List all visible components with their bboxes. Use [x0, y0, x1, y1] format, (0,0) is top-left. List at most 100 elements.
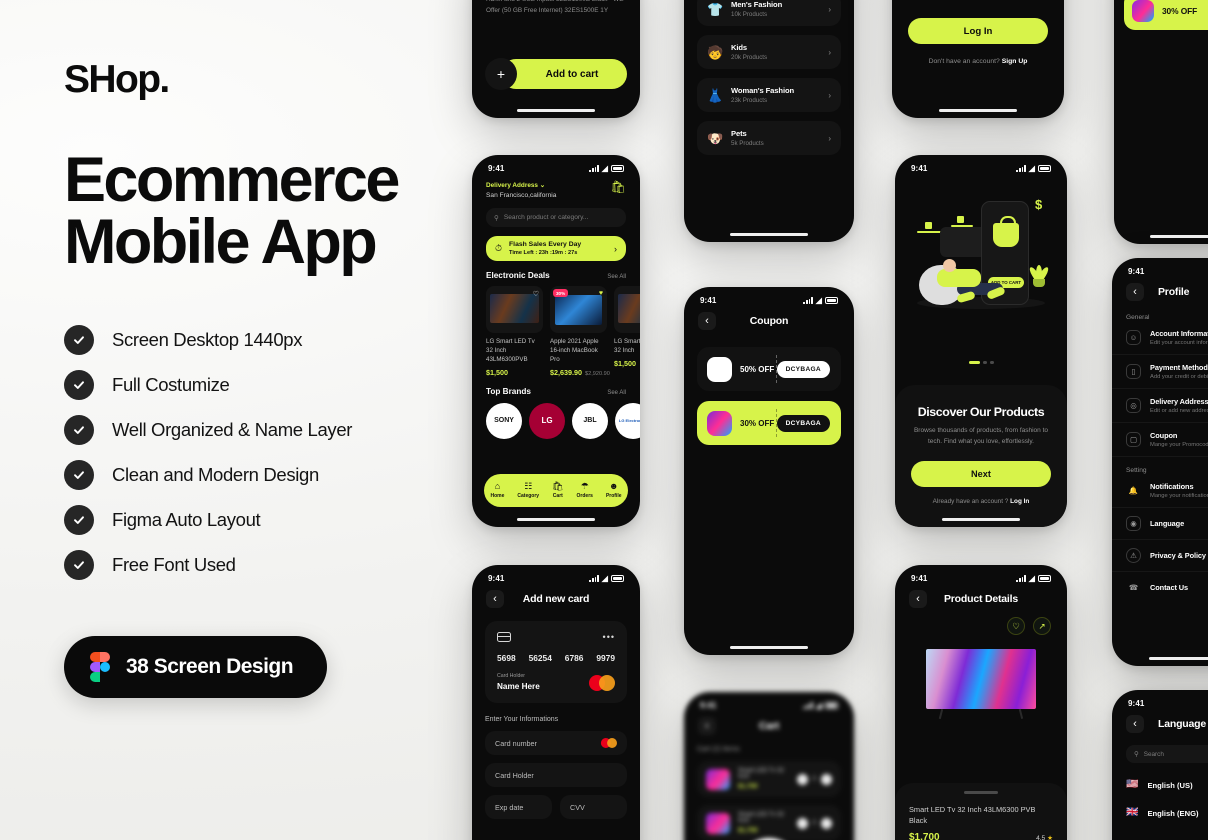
- product-thumbnail: [706, 768, 730, 790]
- cart-item[interactable]: Smart LED Tv 32 Inch $1,700 1: [697, 761, 841, 797]
- product-info-sheet: Smart LED Tv 32 Inch 43LM6300 PVB Black …: [895, 783, 1067, 840]
- profile-row-account-information[interactable]: ☺ Account Information Edit your account …: [1112, 321, 1208, 355]
- product-hero-image: [926, 649, 1036, 720]
- coupon-code[interactable]: DCYBAGA: [776, 414, 830, 432]
- tab-home[interactable]: ⌂ Home: [491, 481, 505, 500]
- battery-icon: [1038, 575, 1051, 582]
- profile-row-language[interactable]: ◉ Language: [1112, 508, 1208, 540]
- feature-item: Figma Auto Layout: [64, 498, 484, 542]
- feature-label: Full Costumize: [112, 373, 230, 395]
- login-button[interactable]: Log In: [908, 18, 1048, 44]
- tab-cart[interactable]: 🛍 Cart: [552, 482, 563, 500]
- profile-row-privacy-policy[interactable]: ⚠ Privacy & Policy: [1112, 540, 1208, 572]
- flash-sales-banner[interactable]: ⏱ Flash Sales Every Day Time Left : 23h …: [486, 236, 626, 261]
- heart-icon[interactable]: ♡: [533, 290, 539, 298]
- profile-row-contact-us[interactable]: ☎ Contact Us: [1112, 572, 1208, 603]
- brand-chip[interactable]: LG Electronics: [615, 402, 640, 439]
- category-row[interactable]: 🐶 Pets 5k Products ›: [697, 121, 841, 155]
- cvv-field[interactable]: CVV: [560, 795, 627, 819]
- signal-icon: [1016, 165, 1026, 172]
- phone-mockup-profile: 9:41 ‹ Profile General ☺ Account Informa…: [1112, 258, 1208, 666]
- row-subtitle: Add your credit or debit card: [1150, 374, 1208, 380]
- profile-row-payment-method[interactable]: ▯ Payment Method Add your credit or debi…: [1112, 355, 1208, 389]
- left-copy-panel: SHop. Ecommerce Mobile App Screen Deskto…: [64, 60, 484, 698]
- profile-row-delivery-addresses[interactable]: ◎ Delivery Addresses Edit or add new add…: [1112, 389, 1208, 423]
- category-row[interactable]: 🧒 Kids 20k Products ›: [697, 35, 841, 69]
- search-input[interactable]: ⚲ Search product or category...: [486, 208, 626, 227]
- feature-label: Clean and Modern Design: [112, 463, 319, 485]
- product-card[interactable]: LG Smart LED Tv 32 Inch $1,500: [614, 286, 640, 377]
- status-time: 9:41: [488, 164, 505, 173]
- tab-category[interactable]: ☷ Category: [517, 482, 539, 500]
- coupon-code[interactable]: DCYBAGA: [776, 360, 830, 378]
- profile-row-coupon[interactable]: ▢ Coupon Mange your Promocode: [1112, 423, 1208, 457]
- signal-icon: [589, 575, 599, 582]
- tab-profile[interactable]: ☻ Profile: [606, 481, 622, 500]
- back-button[interactable]: ‹: [1126, 715, 1144, 733]
- see-all-link-brands[interactable]: See All: [607, 390, 626, 396]
- back-button[interactable]: ‹: [698, 717, 716, 735]
- category-name: Pets: [731, 129, 747, 138]
- back-button[interactable]: ‹: [698, 312, 716, 330]
- tab-orders[interactable]: ☂ Orders: [577, 482, 593, 500]
- status-time: 9:41: [1128, 267, 1145, 276]
- share-icon[interactable]: ↗: [1033, 617, 1051, 635]
- sheet-grabber[interactable]: [964, 791, 998, 794]
- check-icon: [64, 549, 94, 580]
- home-icon: ⌂: [494, 481, 501, 491]
- signup-link[interactable]: Sign Up: [1002, 58, 1028, 65]
- brand-chip[interactable]: SONY: [486, 402, 522, 439]
- brand-chip[interactable]: JBL: [572, 402, 608, 439]
- shopping-bag-icon[interactable]: 🛍: [611, 181, 626, 193]
- back-button[interactable]: ‹: [1126, 283, 1144, 301]
- phone-mockup-product-detail-top: Description View more › Smart LED Tv 32 …: [472, 0, 640, 118]
- screen-count-button[interactable]: 38 Screen Design: [64, 635, 328, 698]
- phone-mockup-language: 9:41 ‹ Language ⚲ Search 🇺🇸 English (US)…: [1112, 690, 1208, 840]
- quantity-stepper[interactable]: 1: [796, 817, 832, 829]
- quantity-stepper[interactable]: 1: [796, 773, 832, 785]
- language-option-english-eng[interactable]: 🇬🇧 English (ENG): [1112, 799, 1208, 827]
- delivery-address-value: San Francisco,california: [486, 192, 557, 199]
- figma-logo-icon: [90, 651, 110, 682]
- category-row[interactable]: 👗 Woman's Fashion 23k Products ›: [697, 78, 841, 112]
- phone-mockup-coupon-sliver: 30% OFF: [1114, 0, 1208, 244]
- category-name: Woman's Fashion: [731, 86, 795, 95]
- exp-date-field[interactable]: Exp date: [485, 795, 552, 819]
- profile-row-notifications[interactable]: 🔔 Notifications Mange your notifications: [1112, 474, 1208, 508]
- login-link[interactable]: Log In: [1010, 498, 1029, 505]
- language-search-input[interactable]: ⚲ Search: [1126, 745, 1208, 763]
- feature-list: Screen Desktop 1440px Full Costumize Wel…: [64, 318, 484, 587]
- language-option-english-us[interactable]: 🇺🇸 English (US): [1112, 771, 1208, 799]
- heart-icon[interactable]: ♥: [599, 290, 603, 297]
- cart-item[interactable]: Smart LED Tv 32 Inch $1,700 1: [697, 805, 841, 840]
- chevron-right-icon: ›: [828, 133, 831, 143]
- back-button[interactable]: ‹: [909, 590, 927, 608]
- status-bar: 9:41 ◢: [472, 155, 640, 175]
- delivery-address-label[interactable]: Delivery Address ⌄: [486, 181, 556, 189]
- coupon-card[interactable]: 🛏 50% OFF DCYBAGA: [697, 347, 841, 391]
- profile-icon: ☻: [608, 481, 619, 491]
- category-row[interactable]: 👕 Men's Fashion 10k Products ›: [697, 0, 841, 26]
- carousel-dots[interactable]: [895, 361, 1067, 364]
- coupon-card[interactable]: 30% OFF DCYBAGA: [697, 401, 841, 445]
- card-number-group: 5698: [497, 653, 516, 663]
- add-to-cart-button[interactable]: Add to cart: [501, 59, 627, 89]
- heart-icon[interactable]: ♡: [1007, 617, 1025, 635]
- logout-button[interactable]: Log Out: [1112, 603, 1208, 624]
- wifi-icon: ◢: [1028, 163, 1035, 173]
- card-holder-field[interactable]: Card Holder: [485, 763, 627, 787]
- signal-icon: [589, 165, 599, 172]
- plus-icon[interactable]: +: [485, 58, 517, 90]
- back-button[interactable]: ‹: [486, 590, 504, 608]
- next-button[interactable]: Next: [911, 461, 1051, 488]
- check-icon: [64, 324, 94, 355]
- see-all-link-deals[interactable]: See All: [607, 274, 626, 280]
- card-number-field[interactable]: Card number: [485, 731, 627, 755]
- brand-chip[interactable]: LG: [529, 402, 565, 439]
- screen-count-label: 38 Screen Design: [126, 654, 294, 678]
- globe-icon: ◉: [1126, 516, 1141, 531]
- product-card[interactable]: ♡ LG Smart LED Tv 32 Inch 43LM6300PVB $1…: [486, 286, 543, 377]
- coupon-discount: 30% OFF: [1162, 6, 1198, 16]
- coupon-row[interactable]: 30% OFF: [1124, 0, 1208, 30]
- product-card[interactable]: 30% ♥ Apple 2021 Apple 16-inch MacBook P…: [550, 286, 610, 377]
